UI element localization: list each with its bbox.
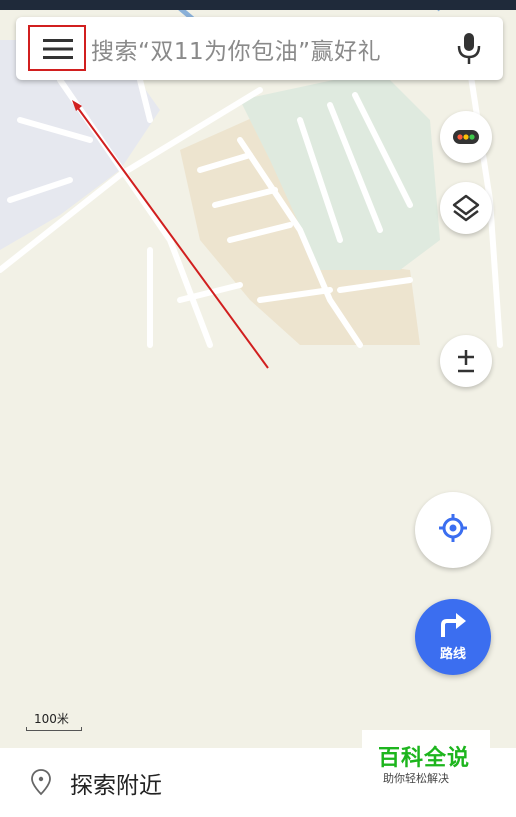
explore-nearby-button[interactable]: 探索附近 (30, 766, 162, 800)
layers-icon (452, 194, 480, 222)
route-arrow-icon (441, 613, 466, 637)
scale-label: 100米 (34, 712, 69, 726)
search-placeholder[interactable]: 搜索“双11为你包油”赢好礼 (91, 32, 381, 66)
traffic-button[interactable] (440, 111, 492, 163)
zoom-icon (458, 350, 474, 373)
watermark-subtitle: 助你轻松解决 (383, 772, 449, 785)
map-canvas[interactable] (0, 0, 516, 817)
route-button[interactable]: 路线 (415, 599, 491, 675)
scale-line (26, 727, 82, 731)
watermark-title: 百科全说 (378, 746, 471, 771)
search-bar[interactable]: 搜索“双11为你包油”赢好礼 (16, 17, 503, 80)
locate-icon (439, 514, 467, 542)
scale-bar: 100米 (26, 710, 82, 732)
microphone-button[interactable] (456, 32, 482, 66)
route-label: 路线 (439, 647, 466, 662)
traffic-icon (453, 130, 479, 144)
watermark-logo: 百科全说 助你轻松解决 (362, 730, 490, 792)
menu-button[interactable] (28, 25, 86, 71)
menu-icon (43, 39, 73, 59)
map-graphic (0, 0, 516, 817)
layers-button[interactable] (440, 182, 492, 234)
microphone-icon (457, 33, 481, 64)
locate-button[interactable] (415, 492, 491, 568)
location-pin-icon (31, 769, 51, 796)
zoom-button[interactable] (440, 335, 492, 387)
status-bar (0, 0, 516, 10)
explore-nearby-label: 探索附近 (70, 773, 162, 799)
